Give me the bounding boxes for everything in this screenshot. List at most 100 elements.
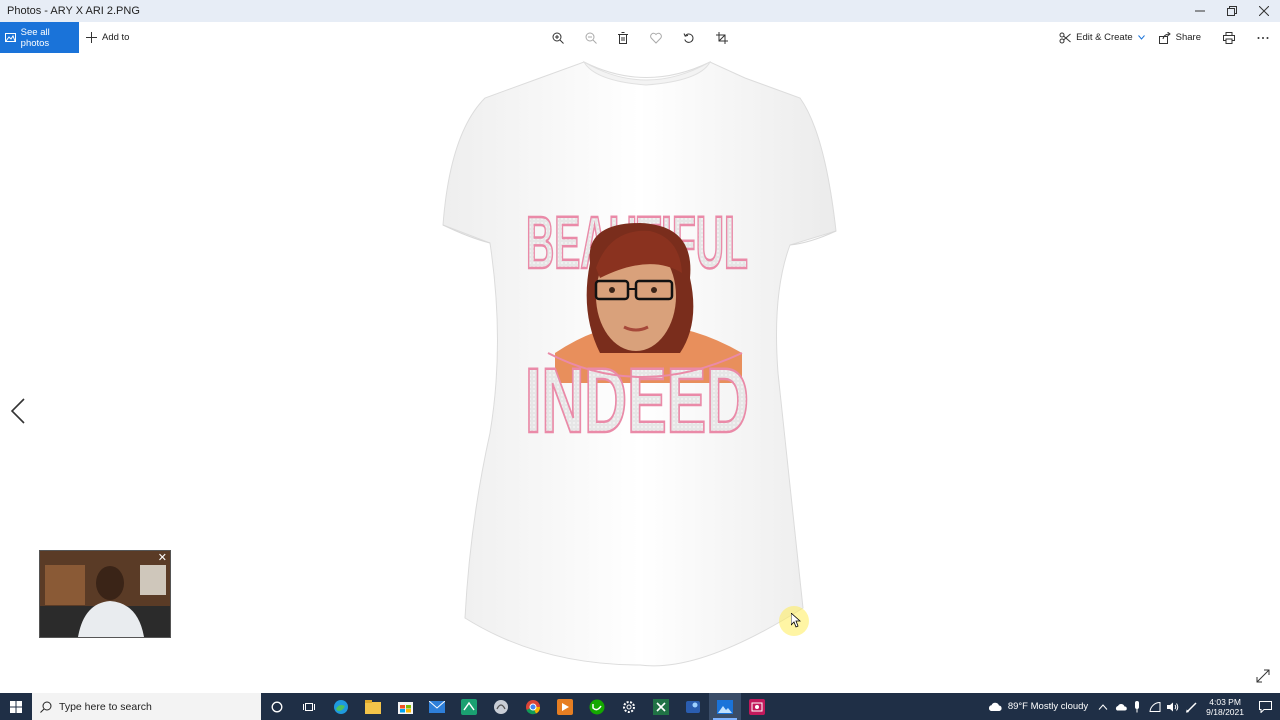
crop-button[interactable]: [713, 29, 731, 47]
photos-icon: [5, 33, 16, 42]
webcam-video: [40, 551, 170, 637]
design-bottom-word: INDEED: [525, 350, 749, 452]
photos-app: Photos - ARY X ARI 2.PNG See all photos …: [0, 0, 1280, 720]
taskbar-app-photos[interactable]: [709, 693, 741, 720]
heart-icon: [650, 32, 662, 44]
see-all-photos-button[interactable]: See all photos: [0, 22, 79, 53]
rotate-button[interactable]: [680, 29, 698, 47]
taskbar-app-excel[interactable]: [645, 693, 677, 720]
share-label: Share: [1175, 32, 1201, 43]
crop-icon: [716, 32, 728, 44]
wifi-icon[interactable]: [1149, 701, 1161, 712]
cortana-button[interactable]: [261, 693, 293, 720]
system-tray: 89°F Mostly cloudy 4:03 PM 9/18/2021: [988, 693, 1280, 720]
taskbar-app-upwork[interactable]: [581, 693, 613, 720]
printer-icon: [1223, 31, 1235, 44]
search-icon: [40, 701, 52, 713]
taskbar-app-file-explorer[interactable]: [357, 693, 389, 720]
taskbar-app-recorder[interactable]: [741, 693, 773, 720]
cursor-arrow-icon: [791, 613, 801, 628]
zoom-out-button[interactable]: [582, 29, 600, 47]
favorite-button[interactable]: [647, 29, 665, 47]
taskbar-app-dev[interactable]: [677, 693, 709, 720]
close-button[interactable]: [1248, 0, 1280, 22]
folder-icon: [365, 699, 381, 714]
zoom-out-icon: [585, 32, 597, 44]
trash-icon: [618, 32, 628, 44]
rotate-icon: [683, 33, 694, 43]
task-view-button[interactable]: [293, 693, 325, 720]
add-to-label: Add to: [102, 32, 130, 43]
gear-icon: [623, 700, 635, 713]
photos-app-icon: [717, 699, 733, 714]
minimize-button[interactable]: [1184, 0, 1216, 22]
close-icon[interactable]: ✕: [158, 553, 167, 564]
toolbar: See all photos Add to Edit & Create Shar…: [0, 22, 1280, 53]
taskbar-app-shell[interactable]: [485, 693, 517, 720]
mail-icon: [429, 700, 445, 713]
weather-widget[interactable]: 89°F Mostly cloudy: [988, 701, 1098, 712]
clock-date: 9/18/2021: [1206, 706, 1244, 717]
window-title: Photos - ARY X ARI 2.PNG: [7, 5, 140, 17]
zoom-in-button[interactable]: [549, 29, 567, 47]
cortana-icon: [271, 701, 283, 712]
taskbar: Type here to search 89°F Mostly cloudy 4…: [0, 693, 1280, 720]
minimize-icon: [1195, 10, 1205, 12]
chevron-up-icon[interactable]: [1098, 703, 1108, 711]
taskbar-app-chrome[interactable]: [517, 693, 549, 720]
upwork-icon: [589, 699, 605, 714]
more-icon: [1257, 36, 1269, 39]
media-app-icon: [557, 698, 573, 715]
search-placeholder: Type here to search: [59, 700, 152, 713]
webcam-overlay[interactable]: ✕: [39, 550, 171, 638]
see-all-photos-label: See all photos: [20, 26, 50, 49]
clock[interactable]: 4:03 PM 9/18/2021: [1200, 697, 1250, 717]
more-options-button[interactable]: [1257, 22, 1269, 53]
chevron-down-icon: [1137, 35, 1145, 40]
share-button[interactable]: Share: [1158, 22, 1201, 53]
taskbar-app-mail[interactable]: [421, 693, 453, 720]
edge-icon: [334, 699, 348, 714]
taskbar-app-settings[interactable]: [613, 693, 645, 720]
fullscreen-icon[interactable]: [1255, 668, 1271, 684]
app-icon: [461, 698, 477, 715]
close-icon: [1259, 6, 1269, 16]
microphone-icon[interactable]: [1133, 700, 1141, 713]
start-button[interactable]: [0, 693, 32, 720]
title-bar: Photos - ARY X ARI 2.PNG: [0, 0, 1280, 22]
volume-icon[interactable]: [1167, 702, 1179, 712]
taskbar-app-edge[interactable]: [325, 693, 357, 720]
restore-button[interactable]: [1216, 0, 1248, 22]
taskbar-app-green[interactable]: [453, 693, 485, 720]
cloud-icon: [988, 702, 1002, 711]
recorder-icon: [749, 698, 765, 715]
delete-button[interactable]: [614, 29, 632, 47]
previous-image-button[interactable]: [8, 395, 28, 427]
taskbar-app-orange[interactable]: [549, 693, 581, 720]
task-view-icon: [303, 702, 315, 711]
onedrive-icon[interactable]: [1115, 703, 1127, 711]
image-viewer[interactable]: BEAUTIFUL INDEED: [0, 53, 1280, 693]
taskbar-app-store[interactable]: [389, 693, 421, 720]
edit-create-button[interactable]: Edit & Create: [1059, 22, 1145, 53]
tool-app-icon: [686, 700, 700, 713]
toolbar-right-group: Edit & Create Share: [1059, 22, 1280, 53]
plus-icon: [86, 32, 97, 43]
shell-app-icon: [494, 699, 508, 714]
notification-icon: [1258, 700, 1272, 713]
chevron-left-icon: [11, 398, 25, 424]
edit-create-label: Edit & Create: [1076, 32, 1133, 43]
spreadsheet-icon: [653, 698, 669, 715]
taskbar-search-box[interactable]: Type here to search: [32, 693, 261, 720]
chrome-icon: [526, 699, 541, 714]
action-center-button[interactable]: [1250, 693, 1280, 720]
windows-logo-icon: [10, 700, 22, 713]
share-icon: [1158, 31, 1171, 44]
store-icon: [397, 702, 413, 714]
print-button[interactable]: [1223, 22, 1235, 53]
tshirt-image: BEAUTIFUL INDEED: [442, 60, 837, 667]
zoom-in-icon: [552, 32, 564, 44]
pen-icon[interactable]: [1186, 701, 1198, 713]
add-to-button[interactable]: Add to: [86, 22, 129, 53]
weather-text: 89°F Mostly cloudy: [1007, 701, 1089, 712]
